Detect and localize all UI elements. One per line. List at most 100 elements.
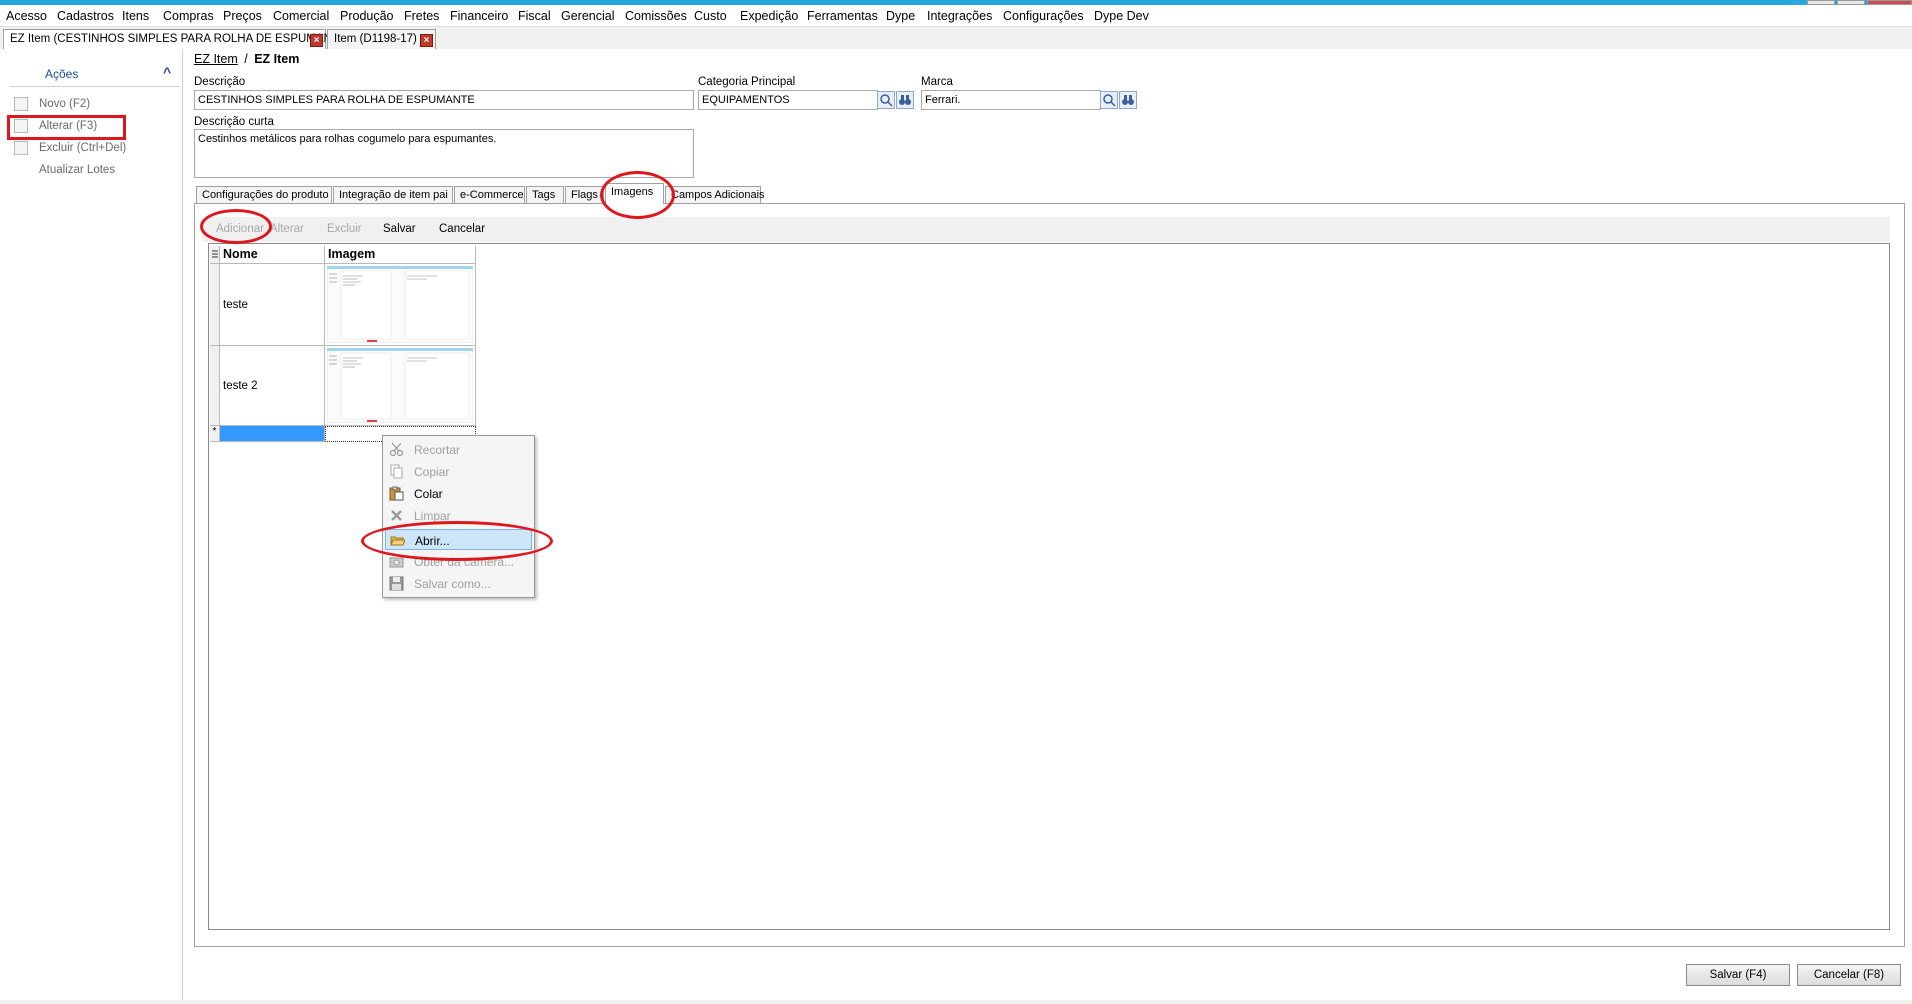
image-thumbnail-cell[interactable] [325, 264, 476, 346]
annotation-highlight-abrir [361, 521, 553, 561]
menu-compras[interactable]: Compras [163, 9, 214, 23]
status-strip [0, 1000, 1912, 1004]
menu-fretes[interactable]: Fretes [404, 9, 439, 23]
tab-tags[interactable]: Tags [526, 186, 564, 203]
search-icon[interactable] [1100, 91, 1118, 109]
scissors-icon [389, 442, 404, 457]
action-label: Excluir (Ctrl+Del) [39, 142, 127, 154]
save-image-button[interactable]: Salvar [383, 223, 416, 235]
close-icon[interactable]: × [310, 34, 323, 47]
table-row-name[interactable]: teste [220, 264, 325, 346]
marca-field[interactable]: Ferrari. [921, 90, 1101, 110]
delete-image-button[interactable]: Excluir [327, 223, 362, 235]
divider [10, 86, 180, 87]
edit-image-button[interactable]: Alterar [270, 223, 304, 235]
menu-integracoes[interactable]: Integrações [927, 9, 992, 23]
context-menu-copiar[interactable]: Copiar [385, 461, 532, 482]
tab-integracao-item-pai[interactable]: Integração de item pai [333, 186, 453, 203]
row-name-text: teste 2 [223, 379, 258, 392]
tab-configuracoes-produto[interactable]: Configurações do produto [196, 186, 332, 203]
menu-gerencial[interactable]: Gerencial [561, 9, 615, 23]
menu-acesso[interactable]: Acesso [6, 9, 47, 23]
breadcrumb-link[interactable]: EZ Item [194, 52, 238, 66]
table-row-name[interactable]: teste 2 [220, 346, 325, 426]
menu-itens[interactable]: Itens [122, 9, 149, 23]
action-atualizar-lotes[interactable]: Atualizar Lotes [14, 162, 174, 180]
categoria-field[interactable]: EQUIPAMENTOS [698, 90, 878, 110]
tab-flags[interactable]: Flags [565, 186, 604, 203]
actions-title: Ações [45, 67, 79, 81]
breadcrumb: EZ Item / EZ Item [194, 52, 299, 66]
cancel-button[interactable]: Cancelar (F8) [1797, 964, 1901, 986]
context-menu-label: Copiar [414, 465, 450, 479]
new-document-icon [14, 97, 28, 111]
search-icon[interactable] [877, 91, 895, 109]
delete-document-icon [14, 141, 28, 155]
menu-configuracoes[interactable]: Configurações [1003, 9, 1084, 23]
image-thumbnail [327, 266, 473, 343]
save-button[interactable]: Salvar (F4) [1686, 964, 1790, 986]
copy-icon [390, 464, 403, 479]
menu-comissoes[interactable]: Comissões [625, 9, 687, 23]
action-label: Novo (F2) [39, 98, 91, 110]
action-novo[interactable]: Novo (F2) [14, 96, 174, 114]
descricao-curta-label: Descrição curta [194, 116, 274, 128]
action-label: Atualizar Lotes [39, 164, 116, 176]
categoria-label: Categoria Principal [698, 76, 796, 88]
binoculars-icon[interactable] [1119, 91, 1137, 109]
cancel-image-button[interactable]: Cancelar [439, 223, 485, 235]
new-row-indicator[interactable]: * [210, 426, 220, 442]
column-header-imagem[interactable]: Imagem [325, 246, 476, 264]
image-thumbnail [327, 348, 473, 423]
menu-bar: Acesso Cadastros Itens Compras Preços Co… [0, 5, 1912, 27]
menu-dype[interactable]: Dype [886, 9, 915, 23]
context-menu: Recortar Copiar Colar Limpar Abrir... Ob… [382, 435, 535, 598]
action-excluir[interactable]: Excluir (Ctrl+Del) [14, 140, 174, 158]
menu-expedicao[interactable]: Expedição [740, 9, 798, 23]
page-title: EZ Item [254, 52, 300, 66]
descricao-curta-field[interactable]: Cestinhos metálicos para rolhas cogumelo… [194, 129, 694, 178]
images-toolbar: Adicionar Alterar Excluir Salvar Cancela… [202, 217, 1890, 242]
save-disk-icon [389, 576, 404, 591]
clear-icon [391, 510, 402, 521]
close-icon[interactable]: × [420, 34, 433, 47]
marca-label: Marca [921, 76, 953, 88]
annotation-highlight-imagens-tab [600, 171, 675, 219]
image-thumbnail-cell[interactable] [325, 346, 476, 426]
new-row-name-cell[interactable] [220, 426, 325, 442]
menu-custo[interactable]: Custo [694, 9, 727, 23]
column-header-nome[interactable]: Nome [220, 246, 325, 264]
context-menu-label: Recortar [414, 443, 461, 457]
descricao-field[interactable]: CESTINHOS SIMPLES PARA ROLHA DE ESPUMANT… [194, 90, 694, 110]
context-menu-recortar[interactable]: Recortar [385, 439, 532, 460]
menu-producao[interactable]: Produção [340, 9, 394, 23]
menu-fiscal[interactable]: Fiscal [518, 9, 551, 23]
context-menu-colar[interactable]: Colar [385, 483, 532, 504]
menu-financeiro[interactable]: Financeiro [450, 9, 508, 23]
doc-tab-item[interactable]: Item (D1198-17) × [327, 29, 436, 49]
tab-e-commerce[interactable]: e-Commerce [454, 186, 525, 203]
row-indicator[interactable] [210, 346, 220, 426]
chevron-up-icon[interactable]: ^ [163, 64, 171, 80]
doc-tab-label: EZ Item (CESTINHOS SIMPLES PARA ROLHA DE… [10, 33, 351, 45]
menu-ferramentas[interactable]: Ferramentas [807, 9, 878, 23]
row-indicator[interactable] [210, 264, 220, 346]
menu-precos[interactable]: Preços [223, 9, 262, 23]
menu-comercial[interactable]: Comercial [273, 9, 329, 23]
annotation-highlight-adicionar [200, 209, 272, 244]
doc-tab-label: Item (D1198-17) [334, 33, 417, 45]
context-menu-salvar-como[interactable]: Salvar como... [385, 573, 532, 594]
doc-tab-ez-item[interactable]: EZ Item (CESTINHOS SIMPLES PARA ROLHA DE… [3, 29, 350, 49]
context-menu-label: Colar [414, 487, 443, 501]
breadcrumb-separator: / [244, 52, 248, 66]
context-menu-label: Salvar como... [414, 577, 491, 591]
actions-header[interactable]: Ações ^ [10, 63, 180, 85]
binoculars-icon[interactable] [896, 91, 914, 109]
row-name-text: teste [223, 298, 248, 311]
menu-cadastros[interactable]: Cadastros [57, 9, 114, 23]
document-tab-bar: EZ Item (CESTINHOS SIMPLES PARA ROLHA DE… [0, 27, 1912, 49]
paste-icon [389, 486, 404, 501]
tab-campos-adicionais[interactable]: Campos Adicionais [665, 186, 765, 203]
row-header-corner[interactable] [210, 246, 220, 264]
menu-dype-dev[interactable]: Dype Dev [1094, 9, 1149, 23]
